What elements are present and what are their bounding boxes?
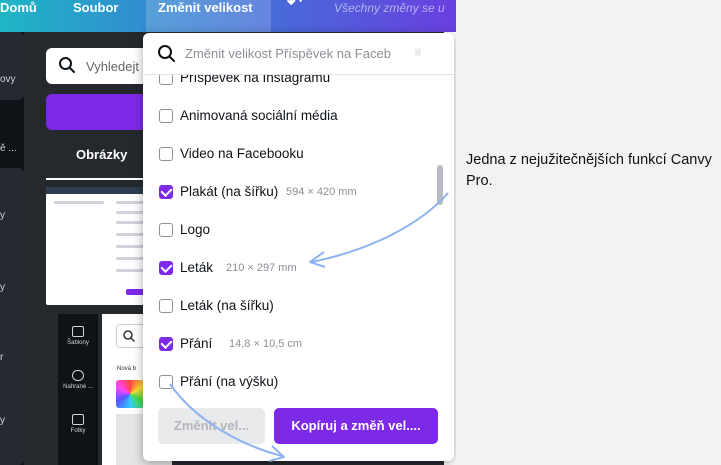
thumbnail-sidebar: Šablony Nahrané ... Fotky — [58, 314, 98, 465]
search-icon — [123, 330, 136, 343]
checkbox-checked[interactable] — [159, 337, 173, 351]
checkbox[interactable] — [159, 147, 173, 161]
annotation-text: Jedna z nejužitečnějších funkcí Canvy Pr… — [466, 152, 712, 189]
mini-uploads: Nahrané ... — [58, 370, 98, 390]
checkbox[interactable] — [159, 109, 173, 123]
checkbox[interactable] — [159, 223, 173, 237]
panel-search-placeholder: Vyhledejt — [86, 59, 139, 74]
sidebar-item-label: y — [0, 282, 5, 293]
size-dimensions: 210 × 297 mm — [226, 262, 297, 274]
resize-menu[interactable]: Změnit velikost — [146, 0, 271, 32]
sidebar-item-label: y — [0, 415, 5, 426]
sidebar-item-label: ovy — [0, 74, 16, 85]
size-dimensions: 594 × 420 mm — [286, 186, 357, 198]
checkbox[interactable] — [159, 375, 173, 389]
templates-icon — [72, 326, 84, 337]
saved-status: Všechny změny se u — [334, 1, 445, 15]
color-swatch — [116, 380, 144, 408]
photo-icon — [72, 414, 84, 425]
undo-icon[interactable]: ↶ — [287, 0, 302, 26]
resize-search-placeholder: Změnit velikost Příspěvek na Faceb — [185, 46, 391, 61]
canva-editor: Domů Soubor Změnit velikost ↶ Všechny zm… — [0, 0, 456, 465]
resize-button[interactable]: Změnit vel... — [158, 408, 265, 444]
checkbox-checked[interactable] — [159, 185, 173, 199]
mini-templates: Šablony — [58, 326, 98, 346]
checkbox[interactable] — [159, 299, 173, 313]
checkbox[interactable] — [159, 75, 173, 85]
file-menu[interactable]: Soubor — [73, 0, 119, 32]
sidebar-item-label: ě ... — [0, 143, 17, 154]
sidebar-item-label: y — [0, 210, 5, 221]
tab-images[interactable]: Obrázky — [76, 147, 127, 162]
checkbox-checked[interactable] — [159, 261, 173, 275]
scrollbar[interactable] — [433, 75, 454, 395]
mini-section-label: Nová b — [117, 366, 137, 372]
resize-search-input[interactable]: Změnit velikost Příspěvek na Faceb ♕ — [143, 33, 454, 75]
resize-dropdown: Změnit velikost Příspěvek na Faceb ♕ Pří… — [143, 33, 454, 461]
search-icon — [158, 45, 175, 62]
cloud-upload-icon — [72, 370, 84, 381]
crown-icon: ♕ — [413, 47, 423, 59]
screenshot-root: Domů Soubor Změnit velikost ↶ Všechny zm… — [0, 0, 721, 465]
top-menu-bar: Domů Soubor Změnit velikost ↶ Všechny zm… — [0, 0, 456, 32]
left-sidebar: ovy ě ... y y r y — [0, 32, 24, 465]
home-menu[interactable]: Domů — [0, 0, 37, 32]
size-dimensions: 14,8 × 10,5 cm — [229, 338, 303, 350]
mini-photos: Fotky — [58, 414, 98, 434]
copy-and-resize-button[interactable]: Kopíruj a změň vel.... — [274, 408, 438, 444]
size-option-list: Příspěvek na Instagramu Animovaná sociál… — [143, 75, 433, 395]
sidebar-item-label: r — [0, 352, 4, 363]
sidebar-block[interactable] — [0, 32, 24, 100]
search-icon — [59, 57, 75, 73]
